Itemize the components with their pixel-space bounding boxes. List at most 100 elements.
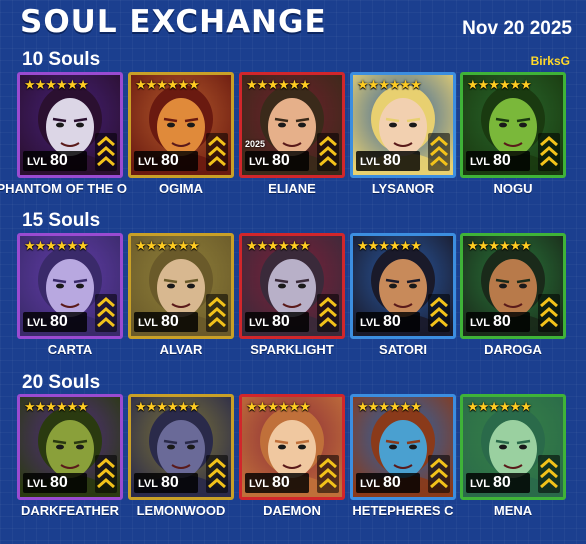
hero-portrait-frame[interactable]: ★★★★★★ LVL 80 <box>239 394 345 500</box>
rank-chevrons-icon <box>95 133 117 171</box>
level-value: 80 <box>382 313 401 330</box>
rank-chevrons-icon <box>428 294 450 332</box>
level-badge: LVL 80 <box>466 151 530 171</box>
hero-card[interactable]: ★★★★★★ LVL 80 SPARKLIGHT <box>239 233 349 363</box>
hero-name: ALVAR <box>159 342 203 357</box>
level-value: 80 <box>492 152 511 169</box>
level-value: 80 <box>382 474 401 491</box>
level-badge: LVL 80 <box>23 151 87 171</box>
hero-portrait-frame[interactable]: ★★★★★★ LVL 80 <box>17 394 123 500</box>
hero-portrait-frame[interactable]: ★★★★★★ LVL 80 <box>17 72 123 178</box>
star-rating-icon: ★★★★★★ <box>467 238 532 253</box>
level-prefix: LVL <box>249 156 269 168</box>
hero-card[interactable]: ★★★★★★ LVL 80 PHANTOM OF THE O <box>0 72 127 202</box>
hero-portrait-frame[interactable]: ★★★★★★ LVL 80 <box>350 394 456 500</box>
level-badge: LVL 80 <box>134 151 198 171</box>
rank-chevrons-icon <box>428 133 450 171</box>
hero-name: ELIANE <box>268 181 316 196</box>
hero-name: DARKFEATHER <box>21 503 119 518</box>
level-prefix: LVL <box>138 317 158 329</box>
level-value: 80 <box>49 152 68 169</box>
level-badge: LVL 80 <box>466 312 530 332</box>
level-prefix: LVL <box>249 317 269 329</box>
rank-chevrons-icon <box>428 455 450 493</box>
level-value: 80 <box>160 313 179 330</box>
hero-card[interactable]: ★★★★★★ LVL 80 NOGU <box>460 72 570 202</box>
hero-card[interactable]: ★★★★★★ LVL 80 HETEPHERES C <box>350 394 460 524</box>
star-rating-icon: ★★★★★★ <box>246 77 311 92</box>
level-badge: LVL 80 <box>245 473 309 493</box>
level-prefix: LVL <box>470 317 490 329</box>
date-label: Nov 20 2025 <box>462 18 572 39</box>
level-value: 80 <box>49 313 68 330</box>
level-badge: LVL 80 <box>356 312 420 332</box>
page-title: SOUL EXCHANGE <box>20 4 327 40</box>
hero-card[interactable]: ★★★★★★ LVL 80 SATORI <box>350 233 460 363</box>
rank-chevrons-icon <box>538 294 560 332</box>
hero-name: LEMONWOOD <box>136 503 226 518</box>
hero-portrait-frame[interactable]: ★★★★★★ LVL 80 <box>128 233 234 339</box>
year-badge: 2025 <box>245 139 266 149</box>
level-value: 80 <box>271 313 290 330</box>
hero-portrait-frame[interactable]: ★★★★★★ LVL 80 <box>128 394 234 500</box>
level-value: 80 <box>160 152 179 169</box>
star-rating-icon: ★★★★★★ <box>135 399 200 414</box>
star-rating-icon: ★★★★★★ <box>24 399 89 414</box>
hero-portrait-frame[interactable]: ★★★★★★ LVL 80 <box>128 72 234 178</box>
hero-portrait-frame[interactable]: ★★★★★★ LVL 80 <box>350 72 456 178</box>
star-rating-icon: ★★★★★★ <box>24 238 89 253</box>
hero-card[interactable]: ★★★★★★ LVL 80 OGIMA <box>128 72 238 202</box>
level-prefix: LVL <box>470 156 490 168</box>
level-prefix: LVL <box>138 478 158 490</box>
rank-chevrons-icon <box>317 133 339 171</box>
hero-card[interactable]: ★★★★★★ LVL 80 DAEMON <box>239 394 349 524</box>
star-rating-icon: ★★★★★★ <box>357 399 422 414</box>
hero-card[interactable]: ★★★★★★ LVL 80 DAROGA <box>460 233 570 363</box>
rank-chevrons-icon <box>317 455 339 493</box>
star-rating-icon: ★★★★★★ <box>357 77 422 92</box>
star-rating-icon: ★★★★★★ <box>246 238 311 253</box>
level-value: 80 <box>492 474 511 491</box>
hero-row-15: ★★★★★★ LVL 80 CARTA ★★★★★★ LVL 80 ALVAR ★★★★★★ LV… <box>0 233 586 383</box>
hero-row-20: ★★★★★★ LVL 80 DARKFEATHER ★★★★★★ LVL 80 LEMONWO… <box>0 394 586 544</box>
hero-name: DAEMON <box>263 503 321 518</box>
level-badge: LVL 80 <box>356 151 420 171</box>
level-badge: LVL 80 <box>134 312 198 332</box>
hero-name: NOGU <box>493 181 533 196</box>
hero-name: LYSANOR <box>371 181 435 196</box>
hero-portrait-frame[interactable]: ★★★★★★ LVL 80 <box>460 394 566 500</box>
level-prefix: LVL <box>470 478 490 490</box>
hero-name: SPARKLIGHT <box>250 342 334 357</box>
hero-card[interactable]: ★★★★★★ LVL 80 MENA <box>460 394 570 524</box>
hero-card[interactable]: ★★★★★★ LVL 80 LEMONWOOD <box>128 394 238 524</box>
level-badge: LVL 80 <box>245 151 309 171</box>
level-prefix: LVL <box>360 317 380 329</box>
hero-name: HETEPHERES C <box>352 503 454 518</box>
section-label-10: 10 Souls <box>22 49 101 70</box>
star-rating-icon: ★★★★★★ <box>135 77 200 92</box>
level-value: 80 <box>271 152 290 169</box>
hero-name: DAROGA <box>484 342 542 357</box>
hero-portrait-frame[interactable]: ★★★★★★ 2025 LVL 80 <box>239 72 345 178</box>
hero-name: OGIMA <box>158 181 204 196</box>
hero-card[interactable]: ★★★★★★ 2025 LVL 80 ELIANE <box>239 72 349 202</box>
rank-chevrons-icon <box>95 455 117 493</box>
hero-portrait-frame[interactable]: ★★★★★★ LVL 80 <box>460 72 566 178</box>
hero-card[interactable]: ★★★★★★ LVL 80 DARKFEATHER <box>17 394 127 524</box>
star-rating-icon: ★★★★★★ <box>246 399 311 414</box>
username-label: BirksG <box>530 54 570 68</box>
hero-portrait-frame[interactable]: ★★★★★★ LVL 80 <box>17 233 123 339</box>
level-prefix: LVL <box>360 478 380 490</box>
star-rating-icon: ★★★★★★ <box>24 77 89 92</box>
hero-portrait-frame[interactable]: ★★★★★★ LVL 80 <box>350 233 456 339</box>
hero-portrait-frame[interactable]: ★★★★★★ LVL 80 <box>239 233 345 339</box>
hero-card[interactable]: ★★★★★★ LVL 80 ALVAR <box>128 233 238 363</box>
level-prefix: LVL <box>249 478 269 490</box>
section-label-15: 15 Souls <box>22 210 101 231</box>
hero-card[interactable]: ★★★★★★ LVL 80 CARTA <box>17 233 127 363</box>
hero-card[interactable]: ★★★★★★ LVL 80 LYSANOR <box>350 72 460 202</box>
star-rating-icon: ★★★★★★ <box>135 238 200 253</box>
level-badge: LVL 80 <box>23 312 87 332</box>
hero-portrait-frame[interactable]: ★★★★★★ LVL 80 <box>460 233 566 339</box>
rank-chevrons-icon <box>95 294 117 332</box>
